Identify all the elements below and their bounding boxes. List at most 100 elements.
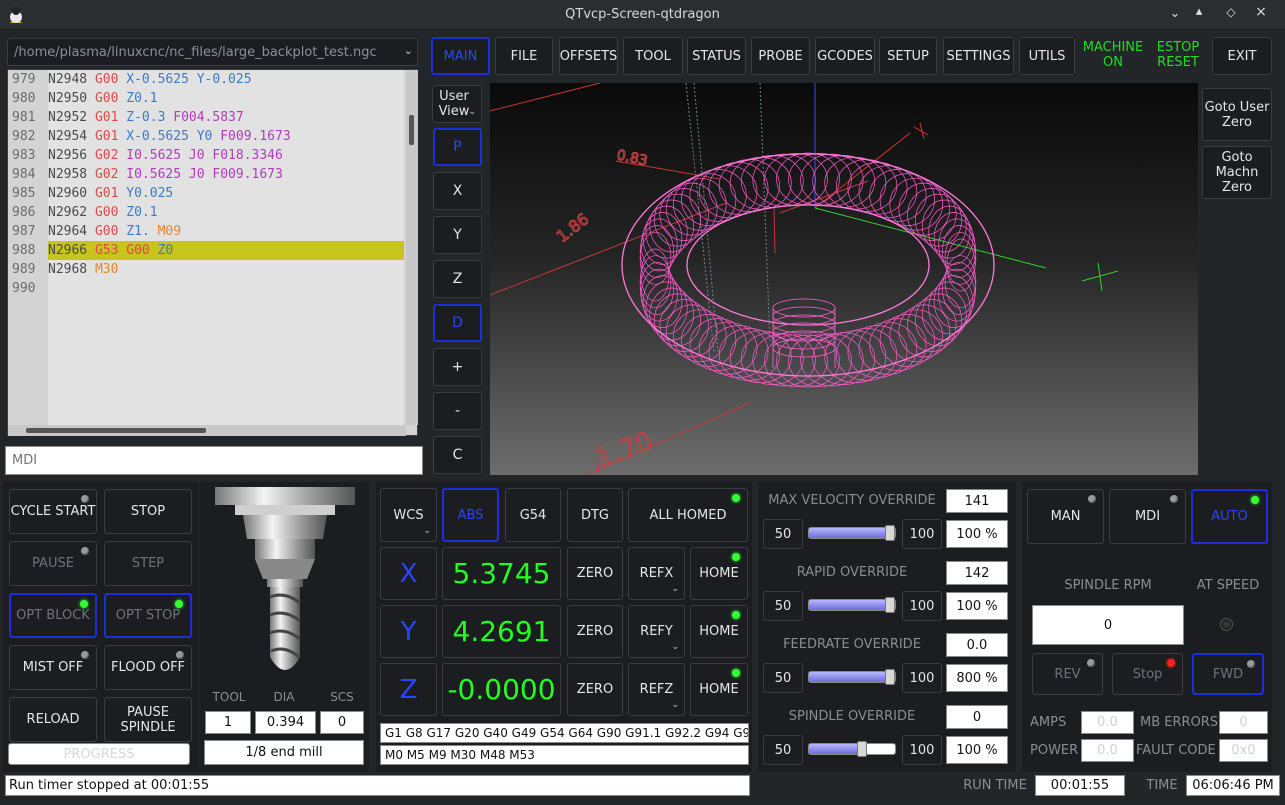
home-z-button[interactable]: HOME <box>690 663 748 716</box>
reload-button[interactable]: RELOAD <box>9 697 97 742</box>
tab-tool[interactable]: TOOL <box>623 37 683 75</box>
view-button-zoom-in[interactable]: + <box>433 348 482 386</box>
ref-y-button[interactable]: REFY ⌄ <box>628 605 685 658</box>
override-title: SPINDLE OVERRIDE <box>788 709 916 724</box>
view-button-y[interactable]: Y <box>433 216 482 254</box>
view-button-clear[interactable]: C <box>433 436 482 474</box>
opt-stop-button[interactable]: OPT STOP <box>104 593 192 638</box>
tab-probe[interactable]: PROBE <box>751 37 810 75</box>
slider-handle[interactable] <box>885 669 895 685</box>
chevron-down-icon: ⌄ <box>671 700 679 710</box>
view-button-z[interactable]: Z <box>433 260 482 298</box>
abs-button[interactable]: ABS <box>442 488 499 542</box>
ref-x-button[interactable]: REFX ⌄ <box>628 547 685 600</box>
view-button-zoom-out[interactable]: - <box>433 392 482 430</box>
slider-handle[interactable] <box>885 597 895 613</box>
dro-z-value: -0.0000 <box>442 663 561 716</box>
mode-mdi-button[interactable]: MDI <box>1109 489 1186 544</box>
mode-man-button[interactable]: MAN <box>1027 489 1104 544</box>
button-label: STOP <box>130 504 166 519</box>
tab-gcodes[interactable]: GCODES <box>815 37 875 75</box>
home-y-button[interactable]: HOME <box>690 605 748 658</box>
ref-z-button[interactable]: REFZ ⌄ <box>628 663 685 716</box>
home-x-button[interactable]: HOME <box>690 547 748 600</box>
axis-x-button[interactable]: X <box>380 547 437 600</box>
restore-icon[interactable]: ▴ <box>1192 5 1206 19</box>
all-homed-button[interactable]: ALL HOMED <box>628 488 748 542</box>
dro-y-value: 4.2691 <box>442 605 561 658</box>
gcode-editor[interactable]: 979 N2948 G00 X-0.5625 Y-0.025 980 N2950 G0… <box>7 69 418 436</box>
homed-led <box>732 553 740 561</box>
view-button-p[interactable]: P <box>433 128 482 166</box>
spindle-stop-button[interactable]: Stop <box>1112 653 1183 695</box>
pause-button[interactable]: PAUSE <box>9 541 97 586</box>
gcode-word: G01 <box>94 129 127 144</box>
file-path-select[interactable]: /home/plasma/linuxcnc/nc_files/large_bac… <box>7 38 418 66</box>
code-line: 986 N2962 G00 Z0.1 <box>8 203 404 222</box>
opt-block-button[interactable]: OPT BLOCK <box>9 593 97 638</box>
view-button-d[interactable]: D <box>433 304 482 342</box>
override-min-button[interactable]: 50 <box>763 663 803 693</box>
view-button-x[interactable]: X <box>433 172 482 210</box>
gcode-word: N2968 <box>48 262 95 277</box>
minimize-icon[interactable]: ⌄ <box>1168 7 1182 21</box>
slider-handle[interactable] <box>885 525 895 541</box>
override-min-button[interactable]: 50 <box>763 591 803 621</box>
override-max-button[interactable]: 100 <box>902 663 942 693</box>
zero-x-button[interactable]: ZERO <box>567 547 623 600</box>
spindle-fwd-button[interactable]: FWD <box>1192 653 1264 695</box>
tab-main[interactable]: MAIN <box>431 37 490 75</box>
horizontal-scrollbar[interactable] <box>8 425 406 436</box>
tab-file[interactable]: FILE <box>495 37 553 75</box>
exit-button[interactable]: EXIT <box>1212 37 1272 75</box>
override-slider[interactable] <box>808 741 896 757</box>
override-min-button[interactable]: 50 <box>763 735 803 765</box>
mode-auto-button[interactable]: AUTO <box>1191 489 1268 544</box>
toolpath-loop <box>915 193 962 247</box>
tab-offsets[interactable]: OFFSETS <box>559 37 618 75</box>
axis-z-button[interactable]: Z <box>380 663 437 716</box>
view-select[interactable]: User View ⌄ <box>432 85 482 123</box>
pause-spindle-button[interactable]: PAUSE SPINDLE <box>104 697 192 742</box>
tab-status[interactable]: STATUS <box>687 37 746 75</box>
tab-utils[interactable]: UTILS <box>1019 37 1075 75</box>
time-label: TIME <box>1146 778 1178 793</box>
tab-settings[interactable]: SETTINGS <box>943 37 1014 75</box>
scroll-thumb[interactable] <box>409 115 414 145</box>
vertical-scrollbar[interactable] <box>406 70 418 425</box>
cycle-start-button[interactable]: CYCLE START <box>9 489 97 534</box>
code-line: 990 <box>8 279 404 298</box>
axis-y-button[interactable]: Y <box>380 605 437 658</box>
close-icon[interactable]: × <box>1254 5 1268 19</box>
override-slider[interactable] <box>808 597 896 613</box>
stop-button[interactable]: STOP <box>104 489 192 534</box>
backplot-view[interactable]: 0.83 1.86 1.70 <box>490 83 1198 475</box>
override-max-button[interactable]: 100 <box>902 591 942 621</box>
goto-machine-zero-button[interactable]: Goto Machn Zero <box>1202 146 1272 199</box>
override-max-button[interactable]: 100 <box>902 735 942 765</box>
spindle-rev-button[interactable]: REV <box>1032 653 1103 695</box>
zero-y-button[interactable]: ZERO <box>567 605 623 658</box>
override-slider[interactable] <box>808 669 896 685</box>
goto-user-zero-button[interactable]: Goto User Zero <box>1202 88 1272 141</box>
tab-setup[interactable]: SETUP <box>879 37 937 75</box>
flood-off-button[interactable]: FLOOD OFF <box>104 645 192 690</box>
scroll-thumb[interactable] <box>26 428 206 433</box>
override-slider[interactable] <box>808 525 896 541</box>
mist-off-button[interactable]: MIST OFF <box>9 645 97 690</box>
g54-button[interactable]: G54 <box>505 488 561 542</box>
dtg-button[interactable]: DTG <box>567 488 623 542</box>
maximize-icon[interactable]: ◇ <box>1224 5 1238 19</box>
zero-z-button[interactable]: ZERO <box>567 663 623 716</box>
toolpath-loop <box>788 334 852 388</box>
toolpath-loop <box>869 169 927 222</box>
override-max-button[interactable]: 100 <box>902 519 942 549</box>
active-mcodes: M0 M5 M9 M30 M48 M53 <box>380 745 749 765</box>
wcs-select[interactable]: WCS ⌄ <box>380 488 437 542</box>
ref-label: REFZ <box>639 682 674 697</box>
slider-handle[interactable] <box>856 741 867 757</box>
override-min-button[interactable]: 50 <box>763 519 803 549</box>
step-button[interactable]: STEP <box>104 541 192 586</box>
status-led <box>81 651 89 659</box>
mdi-input[interactable] <box>5 446 423 475</box>
